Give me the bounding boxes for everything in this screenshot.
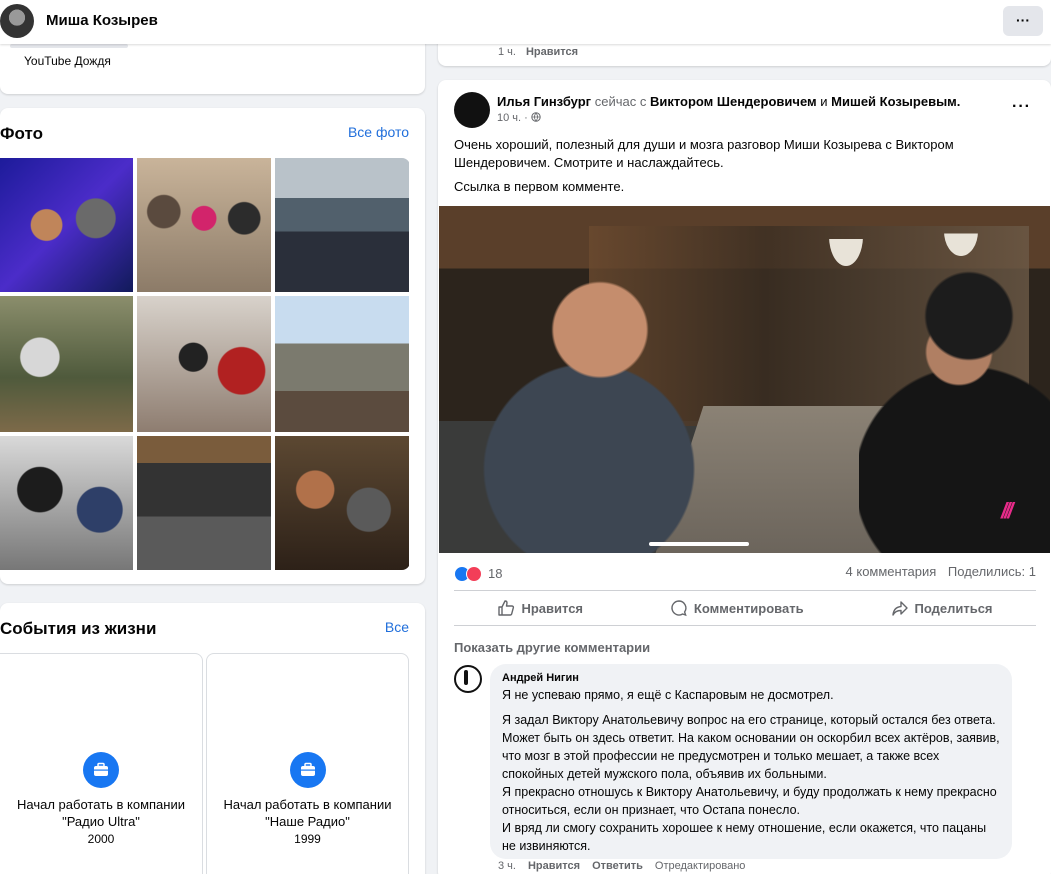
tagged-user-2[interactable]: Мишей Козыревым. — [831, 94, 960, 109]
post-and-text: и — [820, 94, 828, 109]
life-events-title: События из жизни — [0, 619, 157, 638]
profile-name[interactable]: Миша Козырев — [46, 12, 158, 29]
comment-edited-label: Отредактировано — [654, 860, 746, 872]
post-actions-bar: Нравится Комментировать Поделиться — [454, 590, 1036, 626]
all-photos-link[interactable]: Все фото — [348, 124, 409, 140]
video-lamp — [829, 206, 863, 266]
post-author-avatar[interactable] — [454, 92, 490, 128]
post-text: Очень хороший, полезный для души и мозга… — [454, 137, 954, 170]
comment-like-link[interactable]: Нравится — [528, 860, 580, 872]
video-person-right — [859, 256, 1050, 553]
all-events-link[interactable]: Все — [385, 619, 409, 635]
show-more-comments-link[interactable]: Показать другие комментарии — [454, 640, 650, 655]
life-event-title: Начал работать в компании "Наше Радио" — [223, 797, 392, 829]
photo-grid — [0, 158, 410, 570]
photo-thumbnail[interactable] — [0, 436, 133, 570]
photo-thumbnail[interactable] — [137, 158, 271, 292]
briefcase-icon — [289, 752, 326, 788]
commenter-avatar[interactable] — [454, 665, 482, 693]
more-options-button[interactable]: ··· — [1003, 6, 1043, 36]
profile-avatar[interactable] — [0, 4, 34, 38]
life-event-year: 1999 — [294, 832, 321, 846]
life-event-item[interactable]: Начал работать в компании "Наше Радио" 1… — [206, 653, 409, 874]
post-time-text: 10 ч. · — [497, 112, 528, 124]
post-menu-button[interactable]: ··· — [1012, 98, 1031, 116]
intro-card: YouTube Дождя — [0, 36, 425, 94]
comment-bubble: Андрей Нигин Я не успеваю прямо, я ещё с… — [490, 664, 1012, 859]
comment-bubble-icon — [671, 600, 687, 617]
share-button-label: Поделиться — [914, 600, 993, 616]
video-lamp — [944, 206, 978, 256]
photo-thumbnail[interactable] — [275, 296, 409, 432]
comment-button-label: Комментировать — [693, 600, 804, 616]
photos-title: Фото — [0, 124, 43, 143]
tagged-user-1[interactable]: Виктором Шендеровичем — [650, 94, 817, 109]
previous-post-time[interactable]: 1 ч. — [498, 46, 516, 58]
previous-post-meta: 1 ч. Нравится — [498, 46, 578, 58]
photo-thumbnail[interactable] — [0, 158, 133, 292]
post-timestamp[interactable]: 10 ч. · — [497, 112, 541, 124]
divider — [10, 44, 128, 48]
share-button[interactable]: Поделиться — [891, 599, 993, 617]
tv-rain-logo: /// — [1001, 498, 1013, 523]
comments-count-link[interactable]: 4 комментария — [846, 564, 937, 579]
post-video[interactable]: /// — [439, 206, 1050, 553]
commenter-name[interactable]: Андрей Нигин — [502, 672, 1000, 684]
photo-thumbnail[interactable] — [137, 436, 271, 570]
video-progress-bar[interactable] — [649, 542, 749, 546]
life-event-year: 2000 — [87, 832, 115, 846]
video-person-left — [479, 266, 699, 553]
comment-reply-link[interactable]: Ответить — [592, 860, 643, 872]
like-button[interactable]: Нравится — [497, 599, 583, 617]
comment-meta: 3 ч. Нравится Ответить Отредактировано — [498, 860, 745, 872]
profile-header-bar: Миша Козырев ··· — [0, 0, 1051, 44]
previous-post-like-link[interactable]: Нравится — [526, 46, 578, 58]
photo-thumbnail[interactable] — [275, 436, 409, 570]
life-events-card: События из жизни Все Начал работать в ко… — [0, 603, 425, 874]
share-arrow-icon — [891, 601, 908, 616]
post-author-name[interactable]: Илья Гинзбург — [497, 94, 591, 109]
thumbs-up-icon — [498, 600, 515, 616]
photo-thumbnail[interactable] — [275, 158, 409, 292]
reactions-count: 18 — [488, 566, 503, 582]
comment-text: И вряд ли смогу сохранить хорошее к нему… — [502, 821, 987, 853]
shares-count-link[interactable]: Поделились: 1 — [948, 564, 1036, 579]
photo-thumbnail[interactable] — [0, 296, 133, 432]
love-reaction-icon — [466, 565, 482, 582]
photo-thumbnail[interactable] — [137, 296, 271, 432]
post-stats: 18 4 комментария Поделились: 1 — [454, 564, 1036, 584]
comment-text: Я прекрасно отношусь к Виктору Анатольев… — [502, 785, 997, 817]
photos-card: Фото Все фото — [0, 108, 425, 584]
reactions-summary[interactable]: 18 — [454, 565, 502, 582]
intro-link[interactable]: YouTube Дождя — [24, 54, 111, 68]
comment-button[interactable]: Комментировать — [670, 599, 804, 617]
comment-text: Я задал Виктору Анатольевичу вопрос на е… — [502, 713, 1000, 781]
post-with-text: сейчас с — [594, 94, 647, 109]
post-header: Илья Гинзбург сейчас с Виктором Шендеров… — [497, 94, 960, 109]
life-event-item[interactable]: Начал работать в компании "Радио Ultra" … — [0, 653, 203, 874]
globe-icon — [531, 112, 541, 122]
feed-post: Илья Гинзбург сейчас с Виктором Шендеров… — [438, 80, 1051, 874]
like-button-label: Нравится — [521, 600, 584, 616]
life-event-title: Начал работать в компании "Радио Ultra" — [17, 797, 185, 829]
comment-time[interactable]: 3 ч. — [498, 860, 516, 872]
comment-text: Я не успеваю прямо, я ещё с Каспаровым н… — [502, 688, 834, 702]
briefcase-icon — [83, 752, 119, 788]
post-text-secondary: Ссылка в первом комменте. — [454, 179, 625, 194]
